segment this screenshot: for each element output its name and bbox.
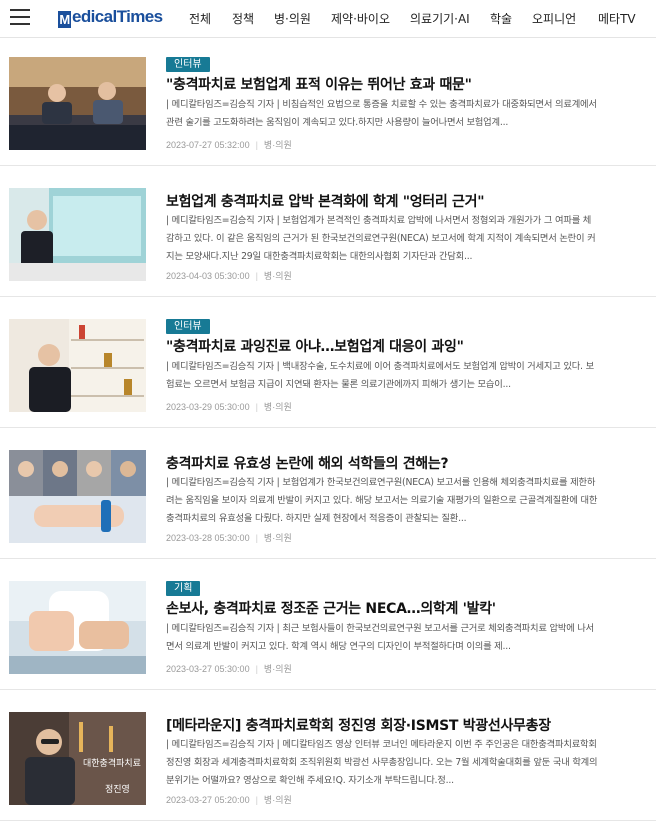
thumb-caption-2: 정진영 xyxy=(105,784,130,795)
nav-item-policy[interactable]: 정책 xyxy=(232,10,254,27)
article-category[interactable]: 병·의원 xyxy=(264,402,292,412)
top-header: MedicalTimes 전체 정책 병·의원 제약·바이오 의료기기·AI 학… xyxy=(0,0,656,38)
nav-item-pharma[interactable]: 제약·바이오 xyxy=(331,10,390,27)
article-summary: | 메디칼타임즈=김승직 기자 | 메디칼타임즈 영상 인터뷰 코너인 메타라운… xyxy=(166,739,598,786)
article-thumbnail[interactable] xyxy=(9,57,146,150)
nav-item-all[interactable]: 전체 xyxy=(189,10,211,27)
article-thumbnail[interactable] xyxy=(9,581,146,674)
article-item[interactable]: 대한충격파치료 정진영 [메타라운지] 충격파치료학회 정진영 회장·ISMST… xyxy=(0,695,656,821)
article-date: 2023-03-27 05:30:00 xyxy=(166,664,250,674)
article-category[interactable]: 병·의원 xyxy=(264,140,292,150)
thumb-caption-1: 대한충격파치료 xyxy=(83,757,141,769)
article-thumbnail[interactable] xyxy=(9,450,146,543)
article-category[interactable]: 병·의원 xyxy=(264,533,292,543)
article-title[interactable]: [메타라운지] 충격파치료학회 정진영 회장·ISMST 박광선사무총장 xyxy=(166,715,551,735)
article-meta: 2023-07-27 05:32:00 | 병·의원 xyxy=(166,140,292,150)
nav-item-academic[interactable]: 학술 xyxy=(490,10,512,27)
article-thumbnail[interactable] xyxy=(9,188,146,281)
article-category[interactable]: 병·의원 xyxy=(264,795,292,805)
nav-item-clinic[interactable]: 병·의원 xyxy=(274,10,311,27)
article-date: 2023-03-29 05:30:00 xyxy=(166,402,250,412)
article-summary: | 메디칼타임즈=김승직 기자 | 보험업계가 한국보건의료연구원(NECA) … xyxy=(166,477,598,524)
article-title[interactable]: 손보사, 충격파치료 정조준 근거는 NECA…의학계 '발칵' xyxy=(166,598,496,618)
article-meta: 2023-03-27 05:30:00 | 병·의원 xyxy=(166,664,292,674)
article-category[interactable]: 병·의원 xyxy=(264,271,292,281)
article-summary: | 메디칼타임즈=김승직 기자 | 보험업계가 본격적인 충격파치료 압박에 나… xyxy=(166,215,596,262)
nav-item-device[interactable]: 의료기기·AI xyxy=(410,10,470,27)
article-category[interactable]: 병·의원 xyxy=(264,664,292,674)
article-badge: 인터뷰 xyxy=(166,57,210,72)
article-badge: 기획 xyxy=(166,581,201,596)
article-date: 2023-04-03 05:30:00 xyxy=(166,271,250,281)
article-title[interactable]: "충격파치료 과잉진료 아냐…보험업계 대응이 과잉" xyxy=(166,336,464,356)
article-title[interactable]: "충격파치료 보험업계 표적 이유는 뛰어난 효과 때문" xyxy=(166,74,472,94)
nav-item-metatv[interactable]: 메타TV xyxy=(598,10,636,27)
main-nav: 전체 정책 병·의원 제약·바이오 의료기기·AI 학술 오피니언 메타TV xyxy=(0,0,656,38)
article-meta: 2023-03-28 05:30:00 | 병·의원 xyxy=(166,533,292,543)
article-title[interactable]: 충격파치료 유효성 논란에 해외 석학들의 견해는? xyxy=(166,453,449,473)
article-meta: 2023-04-03 05:30:00 | 병·의원 xyxy=(166,271,292,281)
article-meta: 2023-03-29 05:30:00 | 병·의원 xyxy=(166,402,292,412)
article-item[interactable]: 인터뷰 "충격파치료 보험업계 표적 이유는 뛰어난 효과 때문" | 메디칼타… xyxy=(0,40,656,166)
article-title[interactable]: 보험업계 충격파치료 압박 본격화에 학계 "엉터리 근거" xyxy=(166,191,485,211)
article-item[interactable]: 보험업계 충격파치료 압박 본격화에 학계 "엉터리 근거" | 메디칼타임즈=… xyxy=(0,171,656,297)
article-meta: 2023-03-27 05:20:00 | 병·의원 xyxy=(166,795,292,805)
article-item[interactable]: 충격파치료 유효성 논란에 해외 석학들의 견해는? | 메디칼타임즈=김승직 … xyxy=(0,433,656,559)
article-item[interactable]: 기획 손보사, 충격파치료 정조준 근거는 NECA…의학계 '발칵' | 메디… xyxy=(0,564,656,690)
nav-item-opinion[interactable]: 오피니언 xyxy=(532,10,576,27)
article-date: 2023-03-27 05:20:00 xyxy=(166,795,250,805)
article-date: 2023-03-28 05:30:00 xyxy=(166,533,250,543)
article-item[interactable]: 인터뷰 "충격파치료 과잉진료 아냐…보험업계 대응이 과잉" | 메디칼타임즈… xyxy=(0,302,656,428)
article-thumbnail[interactable]: 대한충격파치료 정진영 xyxy=(9,712,146,805)
article-badge: 인터뷰 xyxy=(166,319,210,334)
article-thumbnail[interactable] xyxy=(9,319,146,412)
article-date: 2023-07-27 05:32:00 xyxy=(166,140,250,150)
